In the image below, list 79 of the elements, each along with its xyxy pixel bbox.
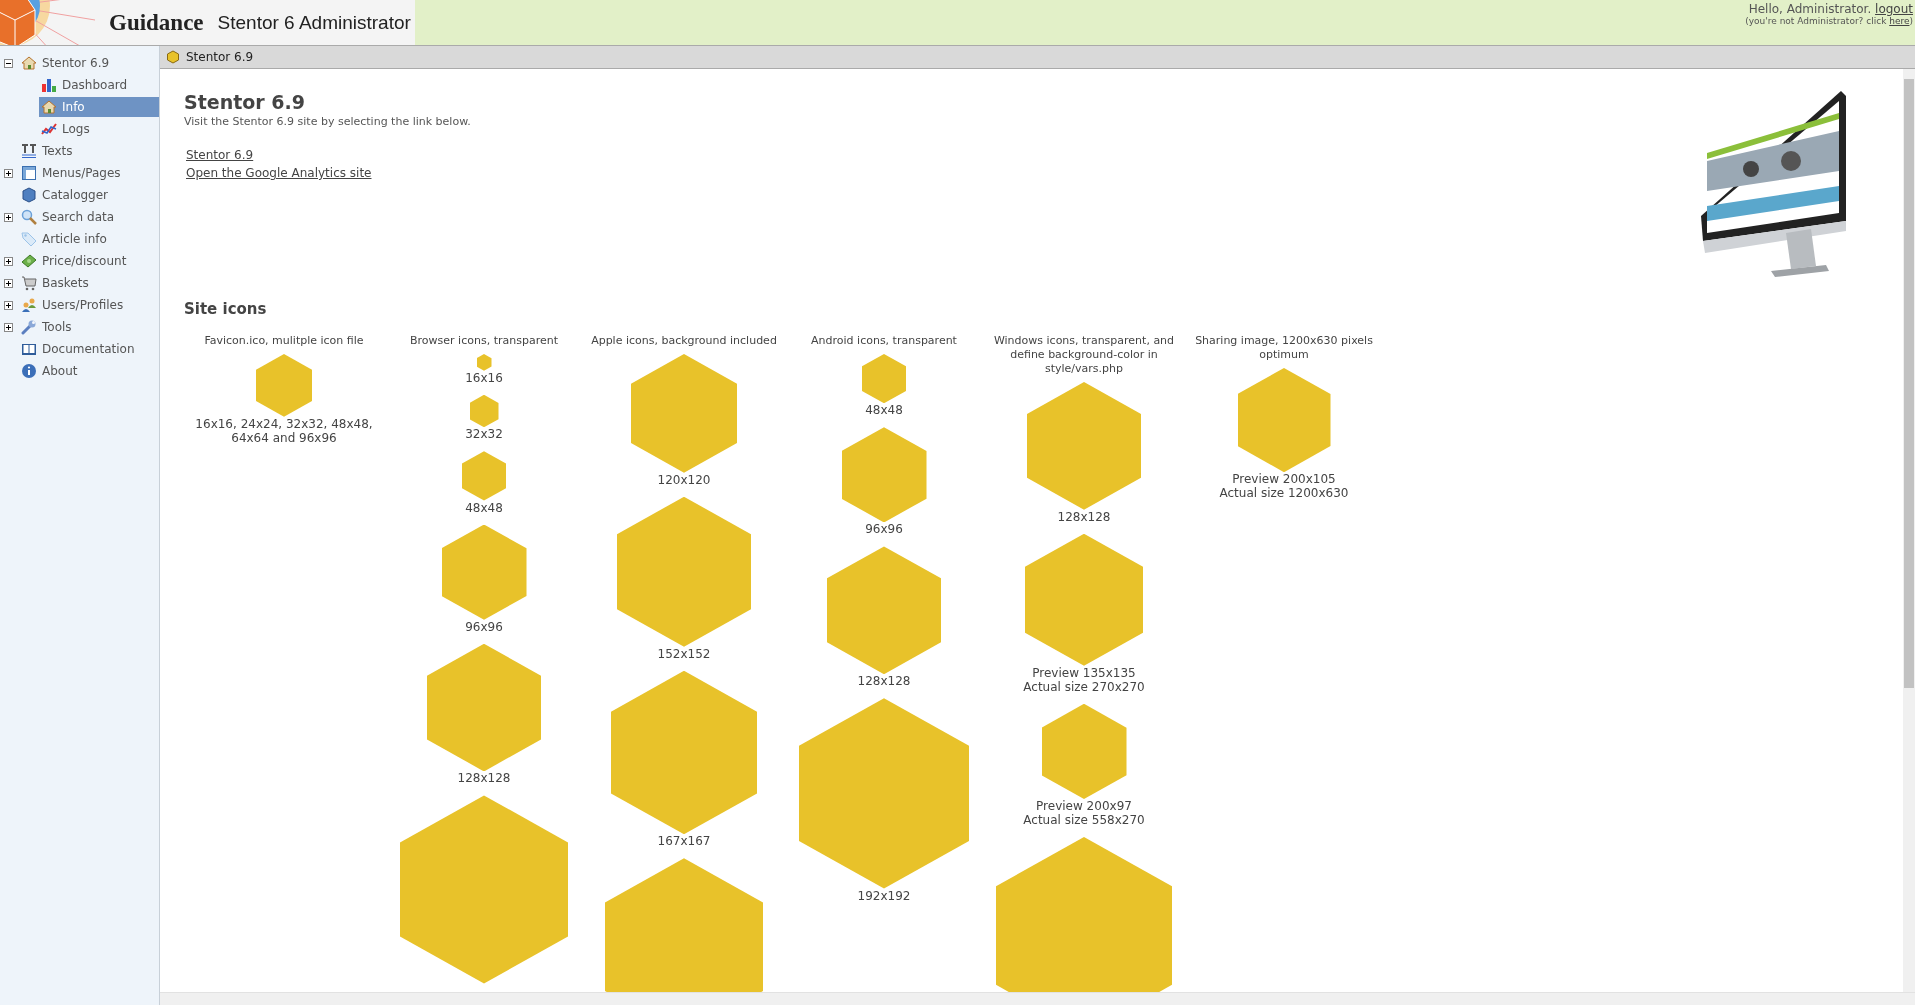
- icon-caption: 16x16, 24x24, 32x32, 48x48, 64x64 and 96x96: [194, 416, 374, 445]
- sidebar-item[interactable]: Baskets: [19, 273, 159, 293]
- sidebar-item[interactable]: Price/discount: [19, 251, 159, 271]
- cube-icon: [21, 187, 37, 203]
- logout-link[interactable]: logout: [1875, 2, 1913, 16]
- icon-caption: Preview 200x105: [1232, 472, 1336, 487]
- icon-caption: 16x16: [465, 370, 503, 385]
- icon-caption: 96x96: [865, 522, 903, 537]
- expand-icon[interactable]: [4, 212, 13, 222]
- sidebar-item[interactable]: Texts: [19, 141, 159, 161]
- column-heading: Favicon.ico, mulitple icon file: [203, 334, 365, 348]
- sidebar-item[interactable]: Documentation: [19, 339, 159, 359]
- vertical-scrollbar[interactable]: [1903, 69, 1915, 992]
- cart-icon: [21, 275, 37, 291]
- icon-caption: 128x128: [457, 771, 511, 786]
- text-icon: [21, 143, 37, 159]
- icon-caption: Preview 200x97: [1036, 799, 1132, 813]
- column-heading: Apple icons, background included: [590, 334, 778, 348]
- icon-caption: 128x128: [1057, 509, 1111, 524]
- icon-caption: 152x152: [657, 646, 711, 661]
- expand-icon[interactable]: [4, 168, 13, 178]
- column-heading: Browser icons, transparent: [409, 334, 559, 348]
- hint-text-end: ): [1909, 16, 1913, 26]
- sidebar-item[interactable]: Logs: [39, 119, 159, 139]
- icon-caption: 48x48: [865, 403, 903, 418]
- sidebar-item[interactable]: Menus/Pages: [19, 163, 159, 183]
- icon-caption: 120x120: [657, 472, 711, 487]
- page-title: Stentor 6.9: [184, 91, 306, 113]
- book-icon: [21, 341, 37, 357]
- hint-text: (you're not Administrator? click: [1745, 16, 1888, 26]
- icon-caption: Actual size 270x270: [1023, 679, 1145, 694]
- icon-caption: Actual size 1200x630: [1219, 486, 1349, 501]
- sidebar-item[interactable]: Catalogger: [19, 185, 159, 205]
- icon-caption: Actual size 558x270: [1023, 813, 1145, 827]
- expand-icon[interactable]: [4, 300, 13, 310]
- sidebar-item[interactable]: About: [19, 361, 159, 381]
- sidebar-item[interactable]: Dashboard: [39, 75, 159, 95]
- icon-caption: 192x192: [857, 888, 911, 903]
- icon-caption: 48x48: [465, 500, 503, 515]
- bar-chart-icon: [41, 77, 57, 93]
- icon-caption: 167x167: [657, 834, 711, 849]
- expand-icon[interactable]: [4, 322, 13, 332]
- intro-text: Visit the Stentor 6.9 site by selecting the link below.: [184, 115, 472, 128]
- product-name: Stentor 6 Administrator: [217, 11, 411, 34]
- site-link[interactable]: Open the Google Analytics site: [186, 166, 372, 180]
- collapse-icon[interactable]: [4, 58, 13, 68]
- column-heading: Windows icons, transparent, and define background-color in style/vars.php: [992, 334, 1176, 376]
- line-graph-icon: [41, 121, 57, 137]
- info-icon: [21, 363, 37, 379]
- greeting-text: Hello, Administrator.: [1748, 2, 1872, 16]
- search-icon: [21, 209, 37, 225]
- tag-icon: [21, 231, 37, 247]
- banknote-icon: [21, 253, 37, 269]
- house-icon: [41, 99, 57, 115]
- users-icon: [21, 297, 37, 313]
- section-title: Site icons: [184, 300, 268, 318]
- scroll-thumb[interactable]: [1904, 79, 1914, 689]
- icon-caption: 128x128: [857, 674, 911, 689]
- sidebar-item[interactable]: Users/Profiles: [19, 295, 159, 315]
- wrench-icon: [21, 319, 37, 335]
- sidebar-item[interactable]: Search data: [19, 207, 159, 227]
- horizontal-scrollbar[interactable]: [160, 992, 1915, 1005]
- house-icon: [21, 55, 37, 71]
- page-layout-icon: [21, 165, 37, 181]
- hexagon-icon: [166, 50, 180, 64]
- column-heading: Sharing image, 1200x630 pixels optimum: [1194, 334, 1374, 362]
- breadcrumb-text: Stentor 6.9: [186, 50, 254, 64]
- sidebar-item[interactable]: Stentor 6.9: [19, 53, 159, 73]
- expand-icon[interactable]: [4, 256, 13, 266]
- sidebar-item[interactable]: Tools: [19, 317, 159, 337]
- icon-caption: Preview 135x135: [1032, 665, 1136, 680]
- brand-name: Guidance: [109, 9, 204, 36]
- sidebar-item[interactable]: Article info: [19, 229, 159, 249]
- site-link[interactable]: Stentor 6.9: [186, 148, 254, 162]
- expand-icon[interactable]: [4, 278, 13, 288]
- icon-caption: 96x96: [465, 619, 503, 634]
- icon-caption: 32x32: [465, 427, 503, 442]
- column-heading: Android icons, transparent: [810, 334, 958, 348]
- here-link[interactable]: here: [1889, 16, 1910, 26]
